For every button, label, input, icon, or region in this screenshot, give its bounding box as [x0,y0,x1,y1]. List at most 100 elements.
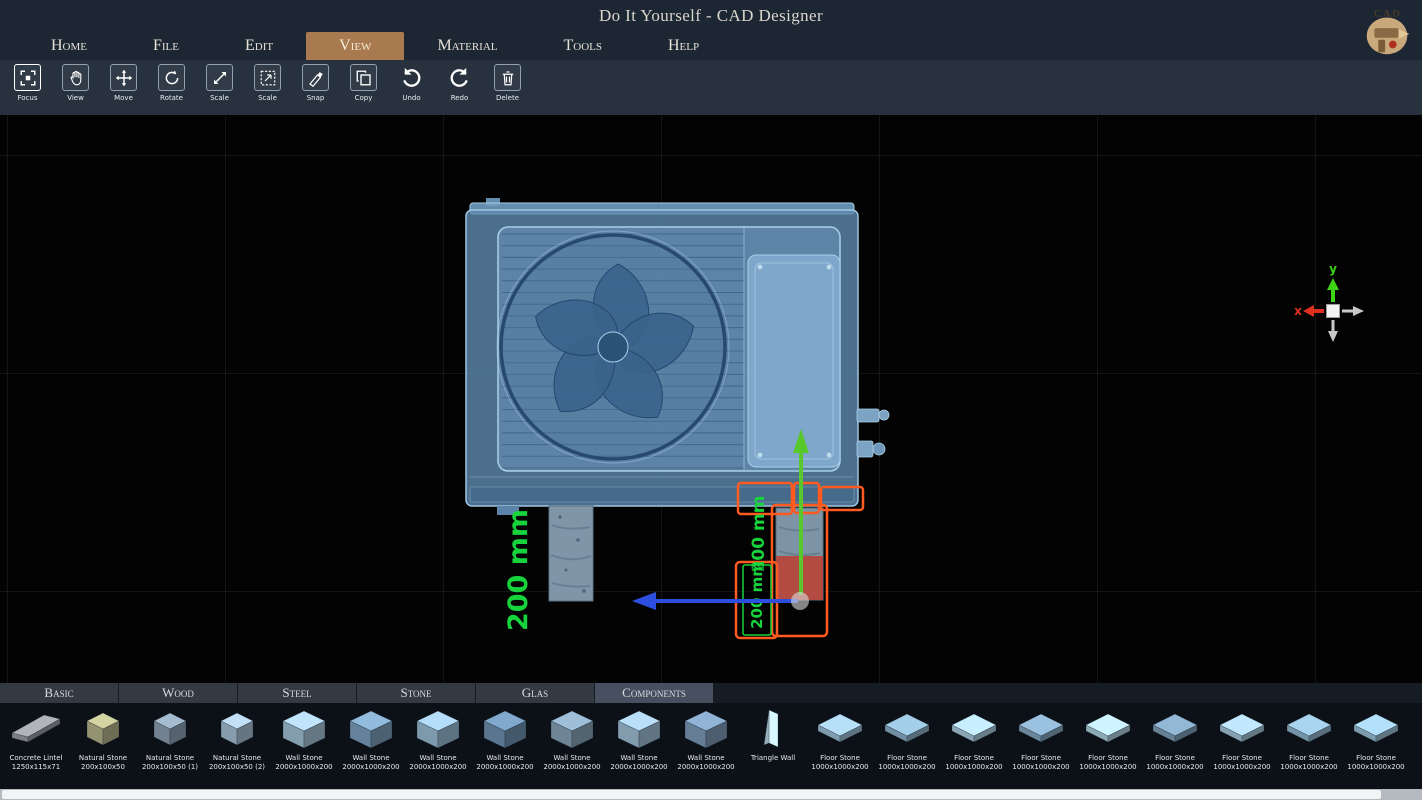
window-title: Do It Yourself - CAD Designer [0,6,1422,26]
palette-item[interactable]: Floor Stone1000x1000x200 [1013,706,1069,789]
menu-item-material[interactable]: Material [404,32,530,60]
tab-stone[interactable]: Stone [357,683,475,703]
palette-item[interactable]: Natural Stone200x100x50 (1) [142,706,198,789]
menu-item-view[interactable]: View [306,32,404,60]
rotate-button[interactable]: Rotate [152,64,191,102]
palette-item[interactable]: Floor Stone1000x1000x200 [1281,706,1337,789]
menu-item-tools[interactable]: Tools [531,32,636,60]
gizmo-right-arrow[interactable] [1353,306,1364,316]
palette-item[interactable]: Floor Stone1000x1000x200 [1214,706,1270,789]
snap-button[interactable]: Snap [296,64,335,102]
view-button[interactable]: View [56,64,95,102]
palette-item[interactable]: Wall Stone2000x1000x200 [678,706,734,789]
palette-item[interactable]: Floor Stone1000x1000x200 [1080,706,1136,789]
stone-thumbnail [1013,706,1069,753]
tab-wood[interactable]: Wood [119,683,237,703]
title-bar: Do It Yourself - CAD Designer [0,0,1422,32]
copy-button[interactable]: Copy [344,64,383,102]
stone-support-left[interactable] [549,506,593,601]
palette-item[interactable]: Triangle Wall [745,706,801,789]
toolbar-button-label: Focus [18,94,38,102]
palette-item[interactable]: Wall Stone2000x1000x200 [343,706,399,789]
scale-button[interactable]: Scale [248,64,287,102]
palette-item-label: Wall Stone2000x1000x200 [677,754,734,772]
gizmo-y-arrow[interactable] [1327,278,1339,290]
menu-item-file[interactable]: File [120,32,212,60]
scrollbar-thumb[interactable] [2,790,1381,799]
palette-item-label: Natural Stone200x100x50 [79,754,127,772]
palette-item[interactable]: Natural Stone200x100x50 [75,706,131,789]
palette-item[interactable]: Wall Stone2000x1000x200 [276,706,332,789]
delete-button[interactable]: Delete [488,64,527,102]
stone-thumbnail [1214,706,1270,753]
tab-glas[interactable]: Glas [476,683,594,703]
move-gizmo-center[interactable] [791,592,809,610]
palette-item[interactable]: Wall Stone2000x1000x200 [611,706,667,789]
palette-item-label: Floor Stone1000x1000x200 [878,754,935,772]
menu-item-help[interactable]: Help [635,32,732,60]
stone-thumbnail [75,706,131,753]
scale-button[interactable]: Scale [200,64,239,102]
palette-item-label: Wall Stone2000x1000x200 [409,754,466,772]
gizmo-y-label: y [1329,262,1337,276]
palette-item[interactable]: Concrete Lintel1250x115x71 [8,706,64,789]
palette-item[interactable]: Floor Stone1000x1000x200 [812,706,868,789]
palette-item-label: Floor Stone1000x1000x200 [1012,754,1069,772]
palette-item-label: Floor Stone1000x1000x200 [811,754,868,772]
stone-thumbnail [879,706,935,753]
move-gizmo-x-arrowhead[interactable] [632,592,656,610]
toolbar-button-label: Delete [496,94,519,102]
scene-canvas[interactable]: 200 mm 200 mm 200 mm [0,115,1422,683]
gizmo-x-arrow[interactable] [1303,305,1314,317]
redo-button[interactable]: Redo [440,64,479,102]
palette-item-label: Wall Stone2000x1000x200 [275,754,332,772]
hvac-unit-drawing[interactable] [466,198,889,515]
palette-item[interactable]: Natural Stone200x100x50 (2) [209,706,265,789]
stone-thumbnail [1281,706,1337,753]
stone-thumbnail [1080,706,1136,753]
stone-thumbnail [276,706,332,753]
menu-item-home[interactable]: Home [18,32,120,60]
tab-components[interactable]: Components [595,683,713,703]
redo-icon [448,66,471,89]
orientation-gizmo[interactable]: y x [1294,262,1364,342]
logo-text: C.A.D [1374,9,1399,20]
palette-item-label: Triangle Wall [751,754,795,763]
tab-steel[interactable]: Steel [238,683,356,703]
palette-item-label: Natural Stone200x100x50 (2) [209,754,265,772]
palette-item-label: Floor Stone1000x1000x200 [1146,754,1203,772]
palette-item[interactable]: Floor Stone1000x1000x200 [879,706,935,789]
dimension-label-boxed: 200 mm [748,561,766,629]
scale-box-icon [259,69,277,87]
category-tabs: BasicWoodSteelStoneGlasComponents [0,683,1422,703]
palette-item[interactable]: Wall Stone2000x1000x200 [477,706,533,789]
stone-thumbnail [8,706,64,753]
stone-thumbnail [678,706,734,753]
palette-item[interactable]: Floor Stone1000x1000x200 [1147,706,1203,789]
snap-icon [307,69,325,87]
viewport[interactable]: 200 mm 200 mm 200 mm [0,115,1422,683]
scale-arrows-icon [211,69,229,87]
undo-button[interactable]: Undo [392,64,431,102]
focus-button[interactable]: Focus [8,64,47,102]
toolbar-button-label: Scale [210,94,229,102]
toolbar-button-label: Rotate [160,94,183,102]
stone-thumbnail [1348,706,1404,753]
menu-bar: HomeFileEditViewMaterialToolsHelp [0,32,1422,60]
palette-item[interactable]: Wall Stone2000x1000x200 [410,706,466,789]
undo-icon [400,66,423,89]
palette-item-label: Wall Stone2000x1000x200 [610,754,667,772]
gizmo-center-cube[interactable] [1327,305,1340,318]
palette-item[interactable]: Floor Stone1000x1000x200 [946,706,1002,789]
stone-thumbnail [812,706,868,753]
horizontal-scrollbar[interactable] [0,789,1422,800]
toolbar-button-label: Redo [451,94,469,102]
palette-item[interactable]: Floor Stone1000x1000x200 [1348,706,1404,789]
toolbar-button-label: View [67,94,84,102]
menu-item-edit[interactable]: Edit [212,32,306,60]
stone-thumbnail [611,706,667,753]
tab-basic[interactable]: Basic [0,683,118,703]
gizmo-down-arrow[interactable] [1328,331,1338,342]
move-button[interactable]: Move [104,64,143,102]
palette-item[interactable]: Wall Stone2000x1000x200 [544,706,600,789]
